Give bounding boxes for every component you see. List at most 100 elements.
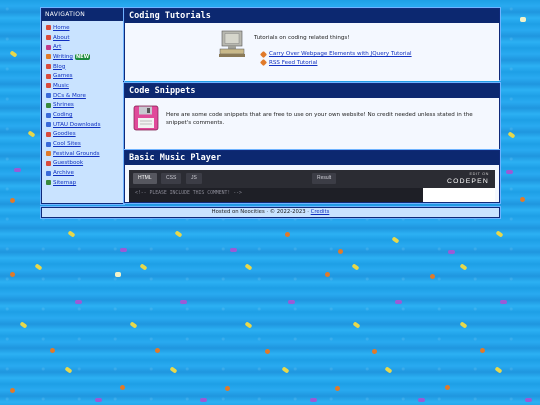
sidebar-item-label[interactable]: Coding [53,112,73,118]
tutorial-link-jquery[interactable]: Carry Over Webpage Elements with JQuery … [269,51,412,57]
map-icon [46,180,51,186]
result-preview [423,188,495,202]
new-badge: NEW [74,53,91,60]
panel-title: Basic Music Player [125,151,499,165]
sidebar-item-label[interactable]: Shrines [53,102,74,108]
sidebar-item-coding[interactable]: Coding [46,110,123,120]
fish-sprite [169,366,178,374]
sidebar-item-label[interactable]: Archive [53,170,74,176]
note-icon [46,83,51,89]
footer-text: Hosted on Neocities · © 2022-2023 · [211,209,311,215]
fish-sprite [384,366,393,374]
code-preview: <!-- PLEASE INCLUDE THIS COMMENT! --> [135,191,242,196]
fish-sprite [418,398,425,402]
sidebar-item-utau-downloads[interactable]: UTAU Downloads [46,120,123,130]
footer: Hosted on Neocities · © 2022-2023 · Cred… [41,207,500,218]
tab-css[interactable]: CSS [161,173,182,184]
sidebar-item-label[interactable]: Sitemap [53,180,76,186]
sidebar-item-festival-grounds[interactable]: Festival Grounds [46,149,123,159]
fish-sprite [448,250,455,254]
sidebar-item-label[interactable]: Cool Sites [53,141,81,147]
fish-sprite [244,321,253,329]
book-icon [46,160,51,166]
list-item: RSS Feed Tutorial [259,59,412,68]
sidebar-item-blog[interactable]: Blog [46,62,123,72]
fish-sprite [34,263,43,271]
tutorial-links: Carry Over Webpage Elements with JQuery … [259,50,412,68]
sidebar-item-archive[interactable]: Archive [46,168,123,178]
fish-sprite [520,17,526,22]
fish-sprite [520,197,525,202]
tab-result[interactable]: Result [312,173,337,184]
fish-sprite [9,50,18,58]
sidebar-item-label[interactable]: Guestbook [53,160,83,166]
sidebar-item-cool-sites[interactable]: Cool Sites [46,139,123,149]
codepen-edit-label[interactable]: EDIT ON [469,172,489,176]
fish-sprite [459,263,468,271]
fish-sprite [351,263,360,271]
sidebar-item-sitemap[interactable]: Sitemap [46,178,123,188]
fish-sprite [372,349,377,354]
sidebar-item-about[interactable]: About [46,33,123,43]
sidebar-item-dcs-more[interactable]: DCs & More [46,91,123,101]
fish-sprite [139,263,148,271]
fish-sprite [10,198,15,203]
sidebar-item-guestbook[interactable]: Guestbook [46,159,123,169]
fish-sprite [338,249,343,254]
panel-body: HTML CSS JS Result EDIT ON CODEPEN <!-- … [125,165,499,202]
sidebar-item-label[interactable]: About [53,35,70,41]
fish-sprite [155,348,160,353]
sidebar-item-label[interactable]: Goodies [53,131,76,137]
sidebar-item-label[interactable]: Blog [53,64,65,70]
pen-icon [46,64,51,70]
fish-sprite [459,321,468,329]
fish-sprite [10,388,15,393]
fish-sprite [391,236,400,244]
sidebar-item-goodies[interactable]: Goodies [46,130,123,140]
fish-sprite [495,230,504,238]
tutorial-link-rss[interactable]: RSS Feed Tutorial [269,60,317,66]
folder-icon [46,170,51,176]
house-icon [46,25,51,31]
fish-sprite [352,321,361,329]
code-icon [46,112,51,118]
tab-html[interactable]: HTML [133,173,157,184]
fish-sprite [310,398,317,402]
sidebar-item-writing[interactable]: Writing NEW [46,52,123,62]
computer-icon [219,30,245,57]
panel-title: Code Snippets [125,84,499,98]
sidebar-item-label[interactable]: Festival Grounds [53,151,100,157]
panel-body: Here are some code snippets that are fre… [125,98,499,151]
sidebar-item-art[interactable]: Art [46,42,123,52]
sidebar-item-shrines[interactable]: Shrines [46,101,123,111]
sidebar-item-label[interactable]: DCs & More [53,93,86,99]
sidebar-item-home[interactable]: Home [46,23,123,33]
fish-sprite [525,398,532,402]
fish-sprite [500,300,507,304]
flag-icon [46,151,51,157]
tab-js[interactable]: JS [186,173,202,184]
fish-sprite [265,349,270,354]
sidebar-item-music[interactable]: Music [46,81,123,91]
fish-sprite [288,300,295,304]
sidebar-item-label[interactable]: Music [53,83,69,89]
codepen-logo[interactable]: CODEPEN [447,178,489,185]
fish-sprite [75,300,82,304]
nav-list: Home About Art Writing NEW Blog Games Music DCs … [42,23,123,188]
fish-sprite [120,248,127,252]
sidebar-item-label[interactable]: Art [53,44,61,50]
fish-sprite [50,348,55,353]
gift-icon [46,131,51,137]
pencil-icon [46,54,51,60]
sidebar-item-label[interactable]: Home [53,25,70,31]
sidebar-item-label[interactable]: UTAU Downloads [53,122,101,128]
controller-icon [46,73,51,79]
fish-sprite [27,130,36,138]
sidebar-item-label[interactable]: Games [53,73,73,79]
sidebar-item-label[interactable]: Writing [53,54,73,60]
fish-sprite [120,385,125,390]
fish-sprite [174,230,183,238]
credits-link[interactable]: Credits [311,209,330,215]
sidebar-item-games[interactable]: Games [46,71,123,81]
fish-sprite [494,366,503,374]
